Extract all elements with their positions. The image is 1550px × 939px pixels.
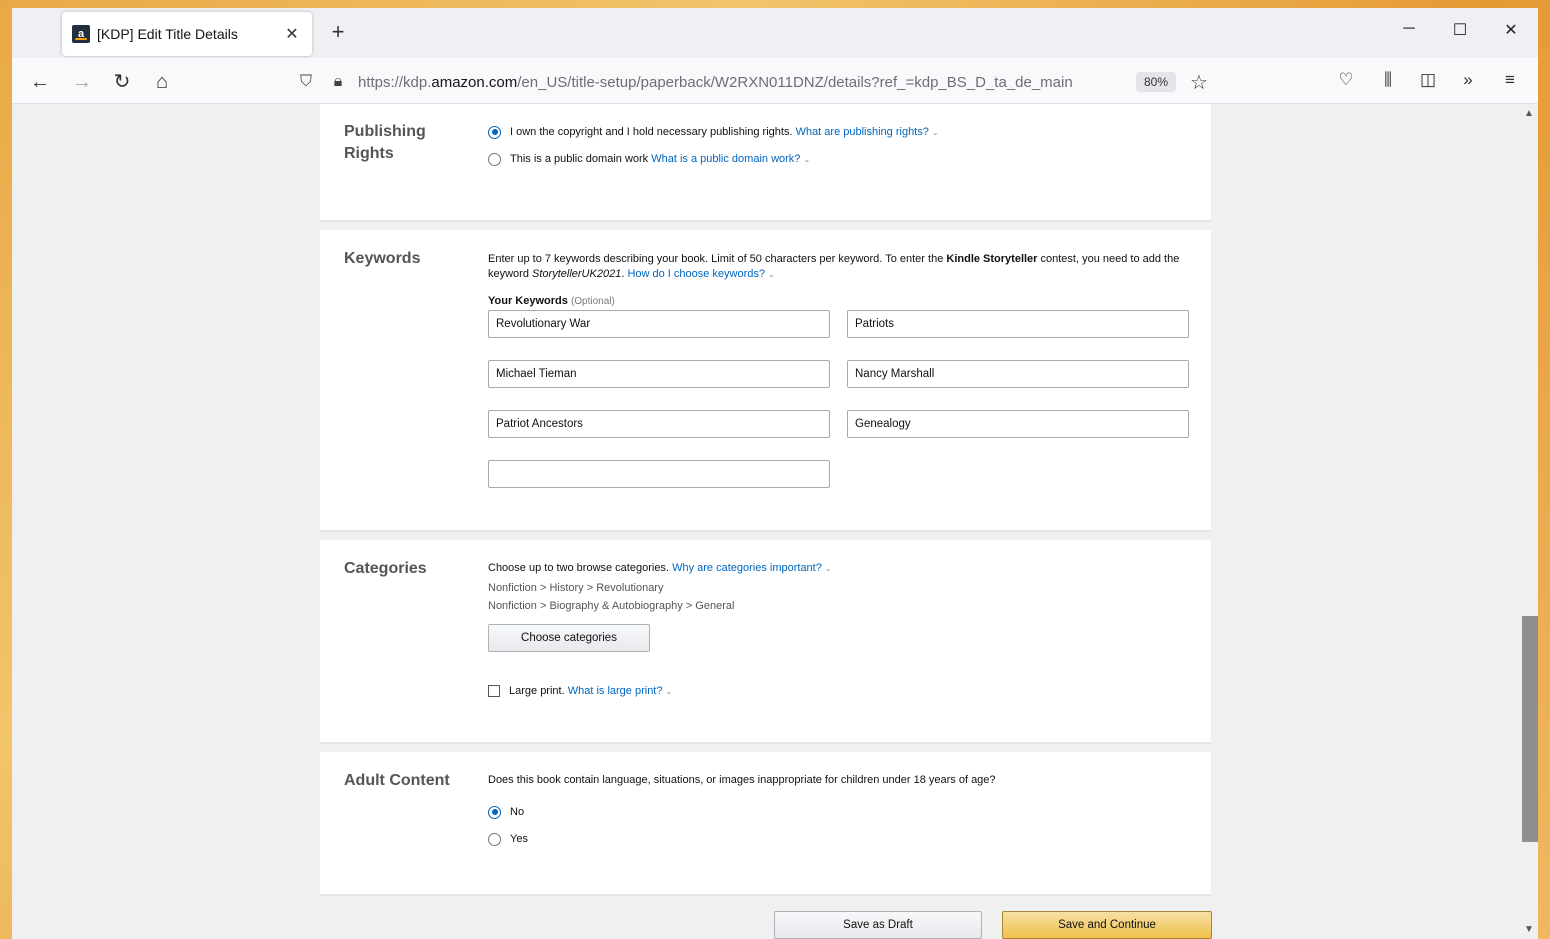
radio-unselected[interactable] [488,152,501,166]
scroll-down-icon[interactable]: ▼ [1522,924,1536,935]
public-domain-help-link[interactable]: What is a public domain work? [651,153,800,165]
bookmark-star-icon[interactable]: ☆ [1190,70,1208,95]
keyword-input-4[interactable] [847,360,1189,388]
keyword-input-5[interactable] [488,410,830,438]
page-scrollbar[interactable]: ▲ ▼ [1518,104,1538,939]
scroll-up-icon[interactable]: ▲ [1522,108,1536,119]
amazon-favicon-icon: a [72,25,90,43]
keyword-input-1[interactable] [488,310,830,338]
large-print-option[interactable]: Large print. What is large print? ⌄ [488,681,672,701]
pocket-icon[interactable]: ♡ [1332,70,1360,90]
keywords-label: Keywords [344,250,421,267]
save-and-continue-button[interactable]: Save and Continue [1002,911,1212,939]
keyword-input-2[interactable] [847,310,1189,338]
radio-selected[interactable] [488,805,501,819]
keyword-input-3[interactable] [488,360,830,388]
forward-icon[interactable]: → [68,68,96,96]
adult-content-option-yes[interactable]: Yes [488,829,1189,849]
chevron-down-icon: ⌄ [665,686,673,696]
tab-strip: a [KDP] Edit Title Details ✕ + ─ ☐ ✕ [12,8,1538,58]
chevron-down-icon: ⌄ [803,154,811,164]
zoom-level[interactable]: 80% [1136,72,1177,92]
categories-section: Categories Choose up to two browse categ… [320,540,1211,744]
save-as-draft-button[interactable]: Save as Draft [774,911,982,939]
url-text[interactable]: https://kdp.amazon.com/en_US/title-setup… [358,74,1073,91]
page-content: Publishing Rights I own the copyright an… [12,104,1518,939]
maximize-icon[interactable]: ☐ [1445,20,1475,40]
new-tab-icon[interactable]: + [326,20,350,44]
selected-category-1: Nonfiction > History > Revolutionary [488,582,664,594]
library-icon[interactable]: ⫼ [1374,70,1402,90]
home-icon[interactable]: ⌂ [148,68,176,96]
chevron-down-icon: ⌄ [824,564,832,573]
back-icon[interactable]: ← [26,68,54,96]
keywords-description: Enter up to 7 keywords describing your b… [488,253,1180,280]
your-keywords-label: Your Keywords (Optional) [488,295,615,307]
menu-icon[interactable]: ≡ [1496,70,1524,90]
publishing-rights-help-link[interactable]: What are publishing rights? [796,126,929,138]
publishing-rights-label: Publishing Rights [344,123,426,162]
large-print-checkbox[interactable] [488,685,500,697]
minimize-icon[interactable]: ─ [1394,20,1424,38]
categories-help-link[interactable]: Why are categories important? [672,562,822,574]
close-window-icon[interactable]: ✕ [1496,20,1526,40]
rights-option-public-domain[interactable]: This is a public domain work What is a p… [488,149,1189,169]
choose-keywords-help-link[interactable]: How do I choose keywords? [627,268,765,280]
tab-close-icon[interactable]: ✕ [282,24,302,44]
reload-icon[interactable]: ↻ [108,68,136,96]
chevron-down-icon: ⌄ [768,270,775,279]
url-bar[interactable]: ⛉ 🔒︎ https://kdp.amazon.com/en_US/title-… [294,68,1234,96]
adult-content-label: Adult Content [344,772,450,789]
rights-option-own[interactable]: I own the copyright and I hold necessary… [488,122,1189,142]
radio-unselected[interactable] [488,832,501,846]
radio-selected[interactable] [488,125,501,139]
keywords-section: Keywords Enter up to 7 keywords describi… [320,230,1211,532]
categories-label: Categories [344,560,427,577]
navigation-bar: ← → ↻ ⌂ ⛉ 🔒︎ https://kdp.amazon.com/en_U… [12,58,1538,104]
overflow-chevron-icon[interactable]: » [1454,70,1482,90]
adult-content-section: Adult Content Does this book contain lan… [320,752,1211,896]
sidebar-icon[interactable]: ◫ [1414,70,1442,90]
scrollbar-thumb[interactable] [1522,616,1538,842]
selected-category-2: Nonfiction > Biography & Autobiography >… [488,600,735,612]
keyword-input-7[interactable] [488,460,830,488]
keyword-input-6[interactable] [847,410,1189,438]
adult-content-option-no[interactable]: No [488,802,1189,822]
large-print-help-link[interactable]: What is large print? [568,685,663,697]
chevron-down-icon: ⌄ [931,127,939,137]
tab-title: [KDP] Edit Title Details [97,26,238,42]
browser-tab[interactable]: a [KDP] Edit Title Details ✕ [62,12,312,56]
browser-window: a [KDP] Edit Title Details ✕ + ─ ☐ ✕ ← →… [12,8,1538,939]
categories-intro: Choose up to two browse categories. Why … [488,562,832,574]
publishing-rights-section: Publishing Rights I own the copyright an… [320,104,1211,222]
adult-content-question: Does this book contain language, situati… [488,774,996,786]
tracking-shield-icon[interactable]: ⛉ [294,73,318,91]
choose-categories-button[interactable]: Choose categories [488,624,650,652]
lock-icon[interactable]: 🔒︎ [326,73,350,91]
